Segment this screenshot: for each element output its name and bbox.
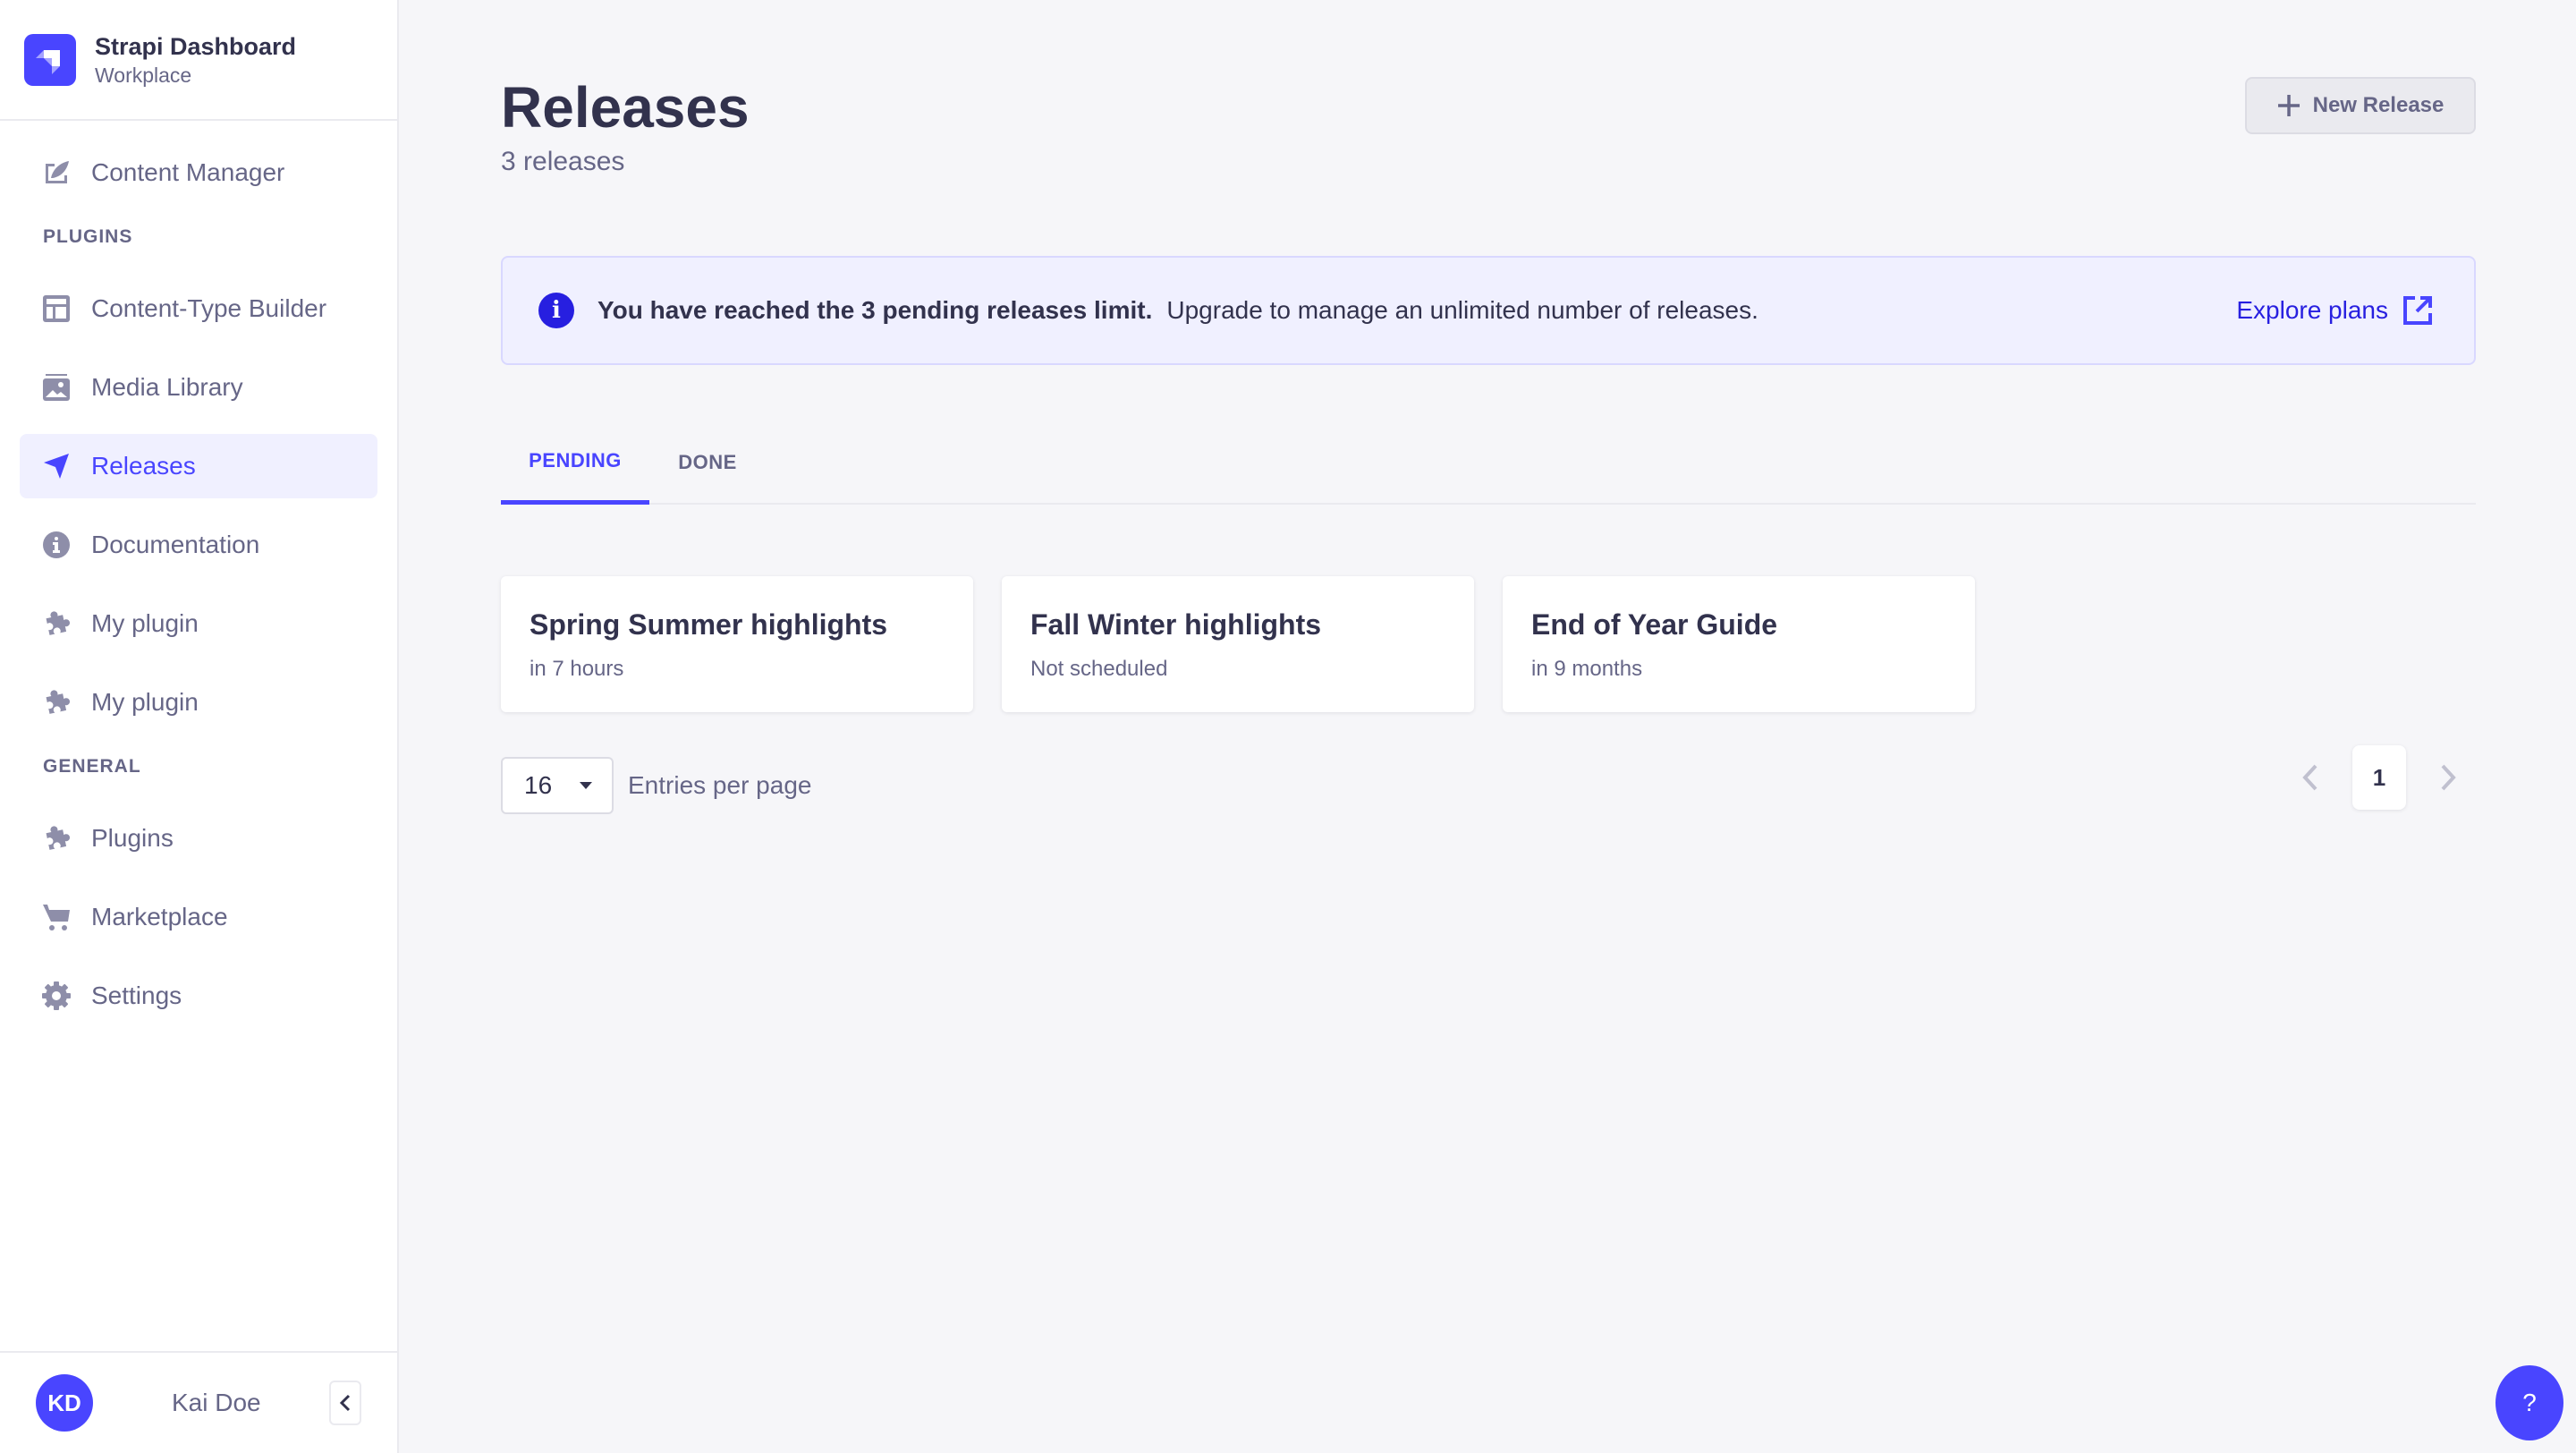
tab-done[interactable]: DONE [649,421,766,505]
sidebar-item-content-manager[interactable]: Content Manager [20,140,377,205]
release-card[interactable]: Fall Winter highlights Not scheduled [1002,576,1474,712]
external-link-icon [2403,296,2432,325]
sidebar-item-media-library[interactable]: Media Library [20,355,377,420]
sidebar-item-settings[interactable]: Settings [20,964,377,1028]
banner-title: You have reached the 3 pending releases … [597,296,1153,324]
page-title: Releases [501,75,750,140]
sidebar-section-plugins: PLUGINS [43,226,133,247]
info-icon: i [538,293,574,328]
chevron-right-icon [2441,764,2456,791]
user-name[interactable]: Kai Doe [172,1389,261,1417]
explore-plans-link[interactable]: Explore plans [2236,295,2433,326]
sidebar-item-label: Content Manager [91,158,285,186]
puzzle-icon [41,687,72,718]
sidebar-item-label: Plugins [91,824,174,852]
previous-page-button[interactable] [2283,744,2336,811]
chevron-left-icon [2302,764,2318,791]
layout-icon [41,293,72,324]
strapi-logo-icon [24,33,76,86]
feather-icon [41,157,72,188]
puzzle-icon [41,608,72,639]
sidebar-item-label: Documentation [91,531,260,558]
cart-icon [41,902,72,932]
caret-down-icon [580,782,592,789]
pagination: 1 [2283,744,2476,811]
next-page-button[interactable] [2422,744,2476,811]
avatar[interactable]: KD [36,1374,93,1432]
sidebar-item-my-plugin[interactable]: My plugin [20,670,377,735]
sidebar-item-label: Releases [91,452,196,480]
tab-pending[interactable]: PENDING [501,421,649,505]
explore-plans-label: Explore plans [2236,296,2388,324]
release-card[interactable]: End of Year Guide in 9 months [1503,576,1975,712]
gear-icon [41,981,72,1011]
paper-plane-icon [41,451,72,481]
help-button[interactable]: ? [2496,1365,2563,1440]
entries-per-page-value: 16 [524,771,553,799]
sidebar-item-label: Media Library [91,373,243,401]
chevron-left-icon [339,1394,351,1412]
sidebar-nav: Content Manager PLUGINS Content-Type Bui… [0,121,397,1028]
user-footer: KD Kai Doe [0,1351,397,1453]
sidebar-item-label: My plugin [91,609,199,637]
pagination-row: 16 Entries per page 1 [501,745,2476,814]
plus-icon [2277,94,2301,117]
info-icon [41,530,72,560]
release-schedule: in 7 hours [530,657,624,681]
release-count: 3 releases [501,147,625,176]
release-name: Fall Winter highlights [1030,608,1322,641]
page-number-button[interactable]: 1 [2352,745,2406,810]
sidebar-item-plugins[interactable]: Plugins [20,806,377,871]
sidebar-item-my-plugin[interactable]: My plugin [20,591,377,656]
release-name: Spring Summer highlights [530,608,888,641]
brand-subtitle: Workplace [95,63,192,87]
release-schedule: in 9 months [1531,657,1643,681]
new-release-button[interactable]: New Release [2245,77,2476,134]
image-icon [41,372,72,403]
entries-per-page-label: Entries per page [628,771,812,799]
entries-per-page-select[interactable]: 16 [501,757,614,814]
sidebar: Strapi Dashboard Workplace Content Manag… [0,0,399,1453]
limit-banner: i You have reached the 3 pending release… [501,256,2476,365]
collapse-sidebar-button[interactable] [329,1381,361,1425]
new-release-label: New Release [2312,93,2445,117]
release-list: Spring Summer highlights in 7 hours Fall… [501,576,1975,712]
sidebar-item-label: Marketplace [91,903,228,930]
sidebar-item-marketplace[interactable]: Marketplace [20,885,377,949]
sidebar-section-general: GENERAL [43,756,141,777]
puzzle-icon [41,823,72,854]
sidebar-item-content-type-builder[interactable]: Content-Type Builder [20,276,377,341]
release-schedule: Not scheduled [1030,657,1168,681]
sidebar-item-label: Settings [91,981,182,1009]
main-content: Releases 3 releases New Release i You ha… [399,0,2576,1453]
brand-header: Strapi Dashboard Workplace [0,0,397,121]
brand-title: Strapi Dashboard [95,32,297,60]
sidebar-item-documentation[interactable]: Documentation [20,513,377,577]
release-tabs: PENDING DONE [501,421,2476,505]
release-card[interactable]: Spring Summer highlights in 7 hours [501,576,973,712]
sidebar-item-label: My plugin [91,688,199,716]
banner-message: Upgrade to manage an unlimited number of… [1166,296,1758,324]
sidebar-item-releases[interactable]: Releases [20,434,377,498]
sidebar-item-label: Content-Type Builder [91,294,327,322]
release-name: End of Year Guide [1531,608,1778,641]
